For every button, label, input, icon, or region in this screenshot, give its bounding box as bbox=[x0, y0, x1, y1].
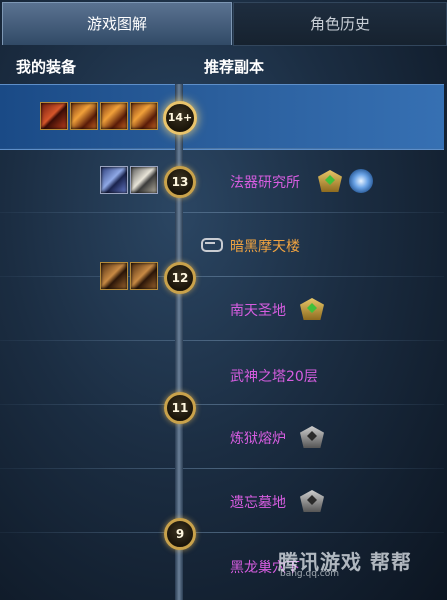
dungeon-link[interactable]: 遗忘墓地 bbox=[230, 492, 286, 512]
level-badge-12: 12 bbox=[164, 262, 196, 294]
level-badge-9: 9 bbox=[164, 518, 196, 550]
amulet-orange-icon[interactable] bbox=[100, 102, 128, 130]
tome-silver-icon[interactable] bbox=[130, 166, 158, 194]
row-divider bbox=[0, 340, 444, 341]
dungeon-link[interactable]: 法器研究所 bbox=[230, 172, 300, 192]
equipment-column-header: 我的装备 bbox=[16, 58, 77, 76]
watermark-url: bang.qq.com bbox=[280, 569, 340, 579]
level-badge-14plus: 14+ bbox=[163, 101, 197, 135]
level-badge-11: 11 bbox=[164, 392, 196, 424]
level-badge-13: 13 bbox=[164, 166, 196, 198]
scroll-blue-icon[interactable] bbox=[100, 166, 128, 194]
row-divider bbox=[0, 148, 444, 149]
tab-game-guide[interactable]: 游戏图解 bbox=[2, 2, 232, 45]
gauntlet-bronze-icon[interactable] bbox=[130, 262, 158, 290]
row-divider bbox=[0, 276, 444, 277]
row-divider bbox=[0, 404, 444, 405]
weapon-orange-icon[interactable] bbox=[130, 102, 158, 130]
dungeon-link[interactable]: 暗黑摩天楼 bbox=[230, 236, 300, 256]
row-divider bbox=[0, 212, 444, 213]
ring-orange-icon[interactable] bbox=[70, 102, 98, 130]
weapon-red-icon[interactable] bbox=[40, 102, 68, 130]
dungeon-link[interactable]: 南天圣地 bbox=[230, 300, 286, 320]
gauntlet-bronze-icon[interactable] bbox=[100, 262, 128, 290]
tab-character-history[interactable]: 角色历史 bbox=[233, 2, 447, 46]
row-divider bbox=[0, 532, 444, 533]
dungeon-column-header: 推荐副本 bbox=[204, 58, 265, 76]
row-divider bbox=[0, 468, 444, 469]
blue-orb-icon bbox=[349, 169, 373, 193]
link-icon bbox=[201, 238, 223, 252]
dungeon-link[interactable]: 炼狱熔炉 bbox=[230, 428, 286, 448]
dungeon-link[interactable]: 武神之塔20层 bbox=[230, 366, 318, 386]
tab-bar: 游戏图解 角色历史 bbox=[0, 0, 447, 46]
